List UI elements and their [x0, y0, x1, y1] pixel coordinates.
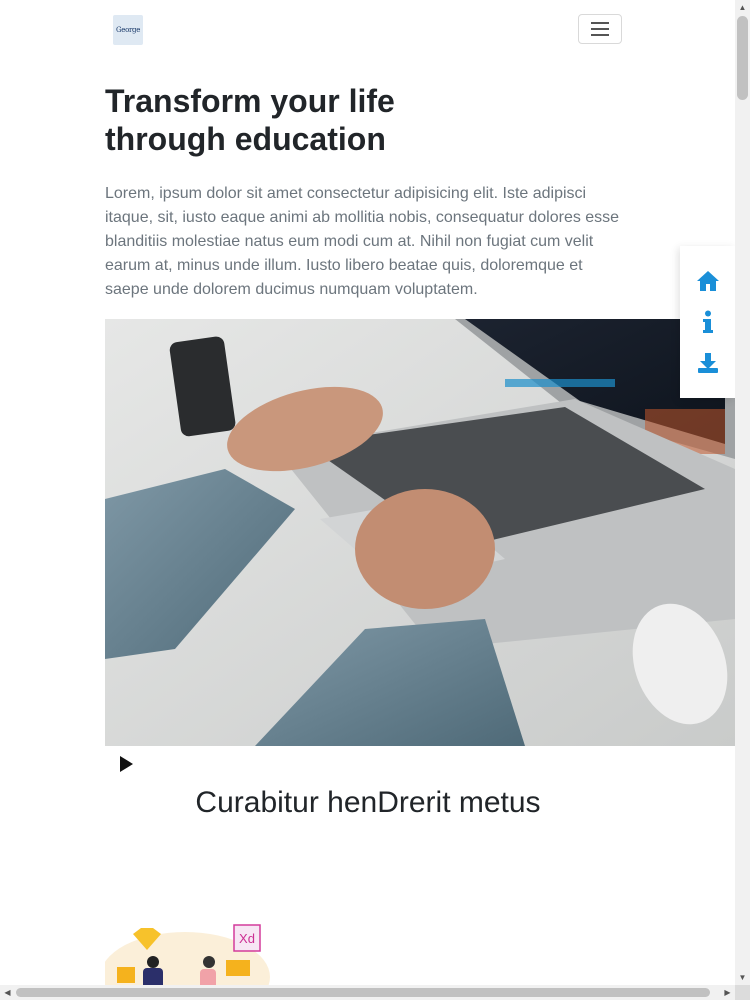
hero-title: Transform your life through education [105, 83, 395, 157]
illustration: Xd [100, 922, 275, 985]
logo-text: George [115, 26, 141, 34]
play-button[interactable] [114, 752, 138, 776]
info-icon [702, 310, 713, 333]
navbar-toggler-button[interactable] [578, 14, 622, 44]
horizontal-scroll-thumb[interactable] [16, 988, 710, 997]
side-nav-download[interactable] [694, 349, 722, 377]
floating-side-nav [680, 246, 735, 398]
side-nav-info[interactable] [694, 308, 722, 336]
scrollbar-corner [735, 985, 750, 1000]
navbar: George [0, 0, 735, 60]
scroll-right-arrow[interactable]: ▶ [720, 985, 735, 1000]
side-nav-home[interactable] [694, 267, 722, 295]
home-icon [696, 270, 719, 291]
site-logo[interactable]: George [113, 15, 143, 45]
horizontal-scrollbar[interactable]: ◀ ▶ [0, 985, 735, 1000]
scroll-down-arrow[interactable]: ▼ [735, 970, 750, 985]
page-viewport: George Transform your life through educa… [0, 0, 735, 985]
laptop-typing-photo [105, 319, 735, 746]
vertical-scroll-thumb[interactable] [737, 16, 748, 100]
hero-image [105, 319, 735, 746]
section-title: Curabitur henDrerit metus [195, 786, 541, 819]
hamburger-icon [591, 22, 609, 36]
vertical-scrollbar[interactable]: ▲ ▼ [735, 0, 750, 985]
scroll-left-arrow[interactable]: ◀ [0, 985, 15, 1000]
xd-badge-text: Xd [239, 931, 255, 946]
play-icon [120, 756, 133, 772]
download-icon [697, 353, 718, 374]
hero-description: Lorem, ipsum dolor sit amet consectetur … [105, 185, 620, 298]
scroll-up-arrow[interactable]: ▲ [735, 0, 750, 15]
